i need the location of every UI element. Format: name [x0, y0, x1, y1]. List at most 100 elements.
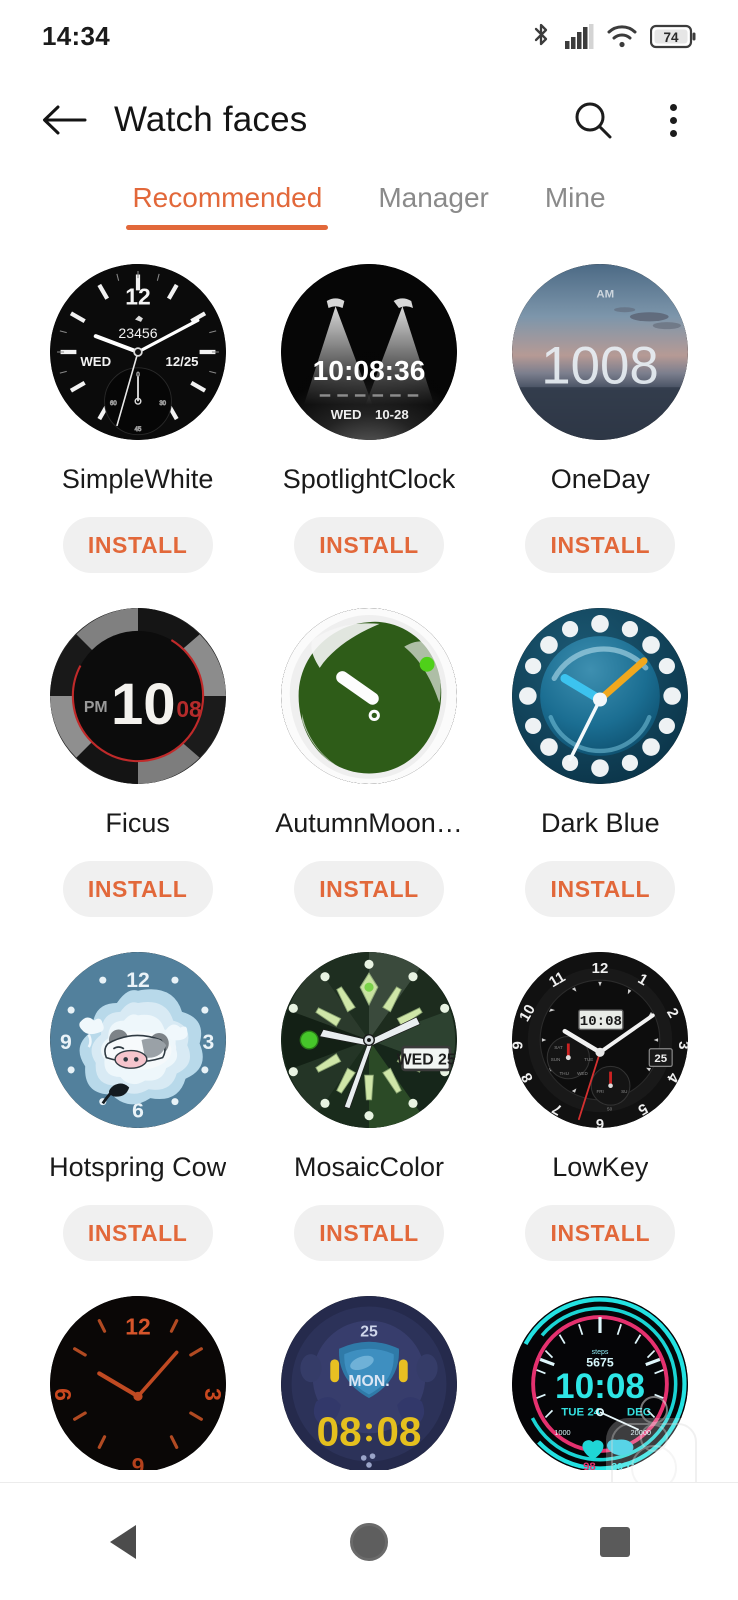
- svg-text:1000: 1000: [555, 1428, 571, 1437]
- watch-face-name: Ficus: [105, 808, 170, 838]
- hotspringcow-face-art: 12 3 9 6: [49, 952, 226, 1128]
- svg-text:98: 98: [583, 1461, 596, 1470]
- svg-text:60: 60: [110, 401, 117, 407]
- svg-text:74: 74: [663, 29, 679, 44]
- svg-text:45: 45: [134, 427, 141, 433]
- svg-text:12: 12: [125, 283, 150, 309]
- svg-text:3: 3: [676, 1041, 689, 1049]
- watch-face-card[interactable]: PM 10 08 Ficus INSTALL: [22, 600, 253, 944]
- tab-recommended[interactable]: Recommended: [124, 178, 330, 230]
- svg-text:10:08: 10:08: [580, 1014, 622, 1030]
- spotlight-face-art: 10:08:36 WED 10-28: [280, 264, 457, 440]
- svg-text:9: 9: [512, 1041, 527, 1049]
- watch-face-preview[interactable]: WED 25: [280, 952, 457, 1128]
- overflow-menu-icon: [669, 103, 677, 137]
- watch-face-card[interactable]: AM 1008 OneDay INSTALL: [485, 256, 716, 600]
- tab-mine[interactable]: Mine: [537, 178, 614, 230]
- watch-face-preview[interactable]: [512, 608, 689, 784]
- svg-text:WED 25: WED 25: [397, 1052, 456, 1069]
- watch-face-preview[interactable]: 12 1 2 3 4 5 6 7 8 9 10 11: [512, 952, 689, 1128]
- watch-face-name: LowKey: [552, 1152, 649, 1182]
- search-button[interactable]: [566, 93, 620, 147]
- watch-face-card[interactable]: 12 3 9 6: [22, 1288, 253, 1470]
- watch-face-name: Dark Blue: [541, 808, 660, 838]
- install-button[interactable]: INSTALL: [525, 1205, 676, 1261]
- svg-text:TUE: TUE: [584, 1057, 593, 1062]
- svg-text:10-28: 10-28: [375, 407, 409, 422]
- svg-text:THU: THU: [560, 1071, 569, 1076]
- svg-text:08: 08: [376, 1409, 421, 1455]
- lowkey-face-art: 12 1 2 3 4 5 6 7 8 9 10 11: [512, 952, 689, 1128]
- recents-nav-icon: [600, 1526, 630, 1557]
- cellular-signal-icon: [565, 23, 594, 49]
- install-button[interactable]: INSTALL: [293, 861, 444, 917]
- svg-text:AM: AM: [597, 288, 615, 300]
- install-button[interactable]: INSTALL: [62, 861, 213, 917]
- nav-recents-button[interactable]: [560, 1487, 670, 1597]
- watch-face-card[interactable]: AutumnMoon… INSTALL: [253, 600, 484, 944]
- back-nav-icon: [110, 1524, 136, 1559]
- install-button[interactable]: INSTALL: [62, 1205, 213, 1261]
- svg-text:PM: PM: [84, 699, 108, 716]
- watch-face-grid: 12 23456 WED 12/25 0 30 60 45 SimpleWhit…: [0, 256, 738, 1470]
- watch-face-preview[interactable]: 10:08:36 WED 10-28: [280, 264, 457, 440]
- svg-text:TUE 24: TUE 24: [562, 1407, 601, 1419]
- svg-text:08: 08: [176, 696, 202, 722]
- svg-text:23456: 23456: [118, 325, 157, 341]
- svg-text:12/25: 12/25: [165, 354, 198, 369]
- watch-face-preview[interactable]: 25 MON. 08 08: [280, 1296, 457, 1470]
- svg-text:9: 9: [50, 1388, 76, 1401]
- watch-face-card[interactable]: 12 1 2 3 4 5 6 7 8 9 10 11: [485, 944, 716, 1288]
- install-button[interactable]: INSTALL: [525, 861, 676, 917]
- app-bar: Watch faces: [0, 72, 738, 168]
- svg-text:10:08:36: 10:08:36: [313, 355, 426, 386]
- watch-face-card[interactable]: WED 25 MosaicColor INSTALL: [253, 944, 484, 1288]
- svg-text:25: 25: [360, 1323, 378, 1340]
- watch-face-card[interactable]: 12 23456 WED 12/25 0 30 60 45 SimpleWhit…: [22, 256, 253, 600]
- watch-face-preview[interactable]: [280, 608, 457, 784]
- overflow-menu-button[interactable]: [646, 93, 700, 147]
- svg-text:12: 12: [126, 969, 149, 992]
- watch-face-preview[interactable]: AM 1008: [512, 264, 689, 440]
- install-button[interactable]: INSTALL: [525, 517, 676, 573]
- svg-text:9: 9: [60, 1031, 72, 1054]
- watch-face-card[interactable]: 25 MON. 08 08: [253, 1288, 484, 1470]
- system-nav-bar: [0, 1482, 738, 1600]
- watch-face-name: SpotlightClock: [282, 464, 456, 494]
- svg-text:20000: 20000: [631, 1428, 652, 1437]
- watch-face-card[interactable]: 10:08:36 WED 10-28 SpotlightClock INSTAL…: [253, 256, 484, 600]
- watch-face-name: AutumnMoon…: [275, 808, 463, 838]
- watch-face-preview[interactable]: 12 3 9 6: [49, 1296, 226, 1470]
- status-time: 14:34: [42, 20, 110, 51]
- battery-icon: 74: [650, 24, 696, 49]
- watch-face-card[interactable]: 12 3 9 6: [22, 944, 253, 1288]
- oneday-face-art: AM 1008: [512, 264, 689, 440]
- svg-text:3: 3: [200, 1388, 226, 1401]
- install-button[interactable]: INSTALL: [293, 517, 444, 573]
- svg-text:6: 6: [131, 1453, 144, 1470]
- watch-face-card[interactable]: steps 5675 10:08 TUE 24 DEC 1000 20000 9…: [485, 1288, 716, 1470]
- watch-face-preview[interactable]: 12 23456 WED 12/25 0 30 60 45: [49, 264, 226, 440]
- autumnmoon-face-art: [280, 608, 457, 784]
- svg-text:WED: WED: [80, 354, 111, 369]
- install-button[interactable]: INSTALL: [293, 1205, 444, 1261]
- nav-home-button[interactable]: [314, 1487, 424, 1597]
- back-button[interactable]: [38, 94, 90, 146]
- svg-text:20ºC: 20ºC: [612, 1461, 636, 1470]
- svg-text:10: 10: [111, 672, 176, 737]
- svg-text:1008: 1008: [542, 337, 659, 396]
- watch-face-preview[interactable]: PM 10 08: [49, 608, 226, 784]
- watch-face-preview[interactable]: 12 3 9 6: [49, 952, 226, 1128]
- svg-text:6: 6: [596, 1115, 604, 1128]
- nav-back-button[interactable]: [68, 1487, 178, 1597]
- svg-text:30: 30: [159, 401, 166, 407]
- svg-text:08: 08: [317, 1409, 362, 1455]
- neongauge-face-art: steps 5675 10:08 TUE 24 DEC 1000 20000 9…: [512, 1296, 689, 1470]
- wifi-icon: [607, 24, 637, 49]
- svg-text:12: 12: [125, 1314, 150, 1340]
- svg-text:12: 12: [592, 960, 609, 977]
- tab-manager[interactable]: Manager: [370, 178, 497, 230]
- watch-face-card[interactable]: Dark Blue INSTALL: [485, 600, 716, 944]
- watch-face-preview[interactable]: steps 5675 10:08 TUE 24 DEC 1000 20000 9…: [512, 1296, 689, 1470]
- install-button[interactable]: INSTALL: [62, 517, 213, 573]
